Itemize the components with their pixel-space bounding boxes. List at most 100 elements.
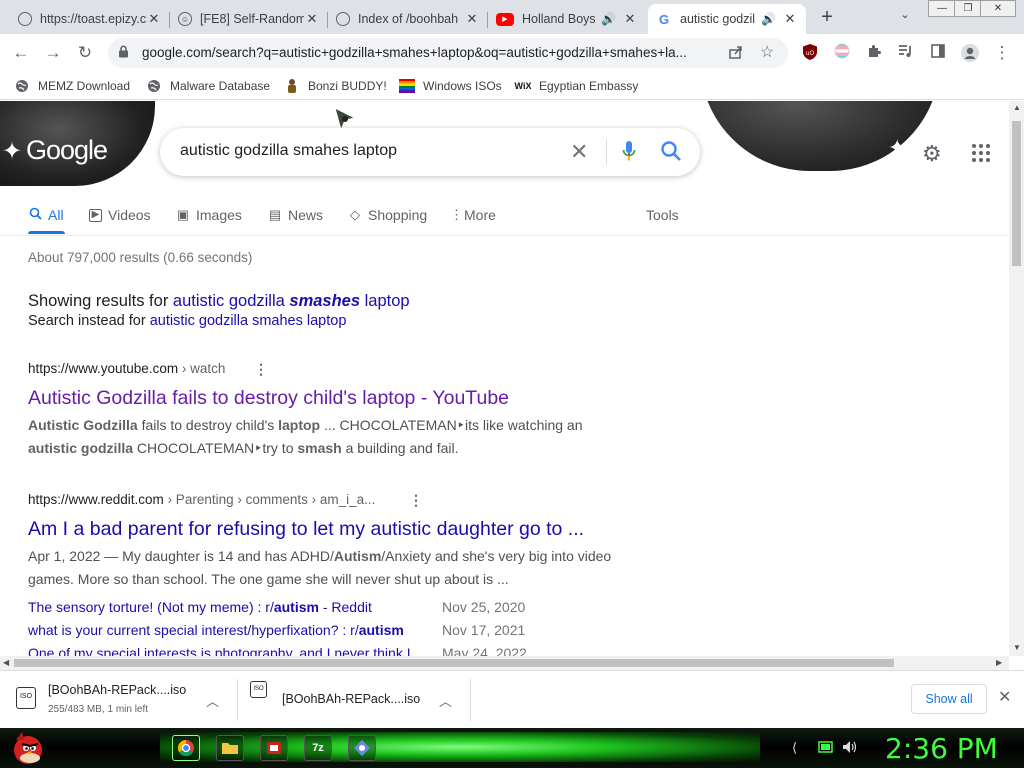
sublink-date: Nov 17, 2021 <box>442 622 526 638</box>
download-separator <box>470 679 471 721</box>
scroll-up-arrow[interactable]: ▲ <box>1013 103 1021 112</box>
close-tab-icon[interactable]: ✕ <box>146 11 162 27</box>
tray-chevron-icon[interactable]: ⟨ <box>792 740 797 756</box>
maximize-button[interactable]: ❐ <box>954 0 982 17</box>
sublink[interactable]: what is your current special interest/hy… <box>28 622 404 638</box>
tab-search-icon[interactable]: ⌄ <box>896 8 914 26</box>
result-url[interactable]: https://www.youtube.com › watch <box>28 361 225 376</box>
bookmark-memz[interactable]: MEMZ Download <box>14 76 130 96</box>
scroll-down-arrow[interactable]: ▼ <box>1013 643 1021 652</box>
start-button-angry-bird-icon[interactable] <box>8 728 48 768</box>
tab-shopping[interactable]: ◇ Shopping <box>348 204 427 226</box>
vertical-scrollbar[interactable]: ▲ ▼ <box>1009 101 1024 656</box>
close-tab-icon[interactable]: ✕ <box>782 11 798 27</box>
close-tab-icon[interactable]: ✕ <box>464 11 480 27</box>
chrome-icon[interactable] <box>172 735 200 761</box>
scroll-left-arrow[interactable]: ◀ <box>3 658 9 667</box>
tab-fe8[interactable]: ☺ [FE8] Self-Random ✕ <box>170 4 328 34</box>
google-doodle-logo[interactable]: Google <box>26 135 108 166</box>
audio-playing-icon[interactable]: 🔊 <box>601 12 616 26</box>
close-tab-icon[interactable]: ✕ <box>622 11 638 27</box>
more-options-icon[interactable]: ⋮ <box>254 361 268 378</box>
image-icon: ▣ <box>176 207 190 222</box>
app-icon[interactable] <box>348 735 376 761</box>
close-window-button[interactable]: ✕ <box>980 0 1016 17</box>
audio-playing-icon[interactable]: 🔊 <box>761 12 776 26</box>
google-apps-icon[interactable] <box>971 143 991 168</box>
bookmark-label: Windows ISOs <box>423 79 502 93</box>
download-item[interactable]: ISO [BOohBAh-REPack....iso ︿ <box>250 679 460 721</box>
tab-boohbah[interactable]: Index of /boohbah ✕ <box>328 4 488 34</box>
bookmark-label: MEMZ Download <box>38 79 131 93</box>
bookmark-bonzi-buddy[interactable]: Bonzi BUDDY! <box>284 76 387 96</box>
corrected-query-link[interactable]: autistic godzilla smashes laptop <box>173 292 410 310</box>
close-tab-icon[interactable]: ✕ <box>304 11 320 27</box>
rainbow-flag-icon <box>399 78 415 94</box>
volume-icon[interactable] <box>842 740 858 757</box>
back-button[interactable]: ← <box>10 42 32 64</box>
search-icon[interactable] <box>660 140 682 162</box>
chevron-up-icon[interactable]: ︿ <box>206 691 219 710</box>
address-bar[interactable]: google.com/search?q=autistic+godzilla+sm… <box>108 38 788 68</box>
side-panel-icon[interactable] <box>928 43 948 63</box>
bonzi-icon <box>284 78 300 94</box>
share-icon[interactable] <box>728 44 744 63</box>
more-options-icon[interactable]: ⋮ <box>409 492 423 509</box>
tab-label: Videos <box>108 207 151 223</box>
media-icon[interactable] <box>260 735 288 761</box>
result-url[interactable]: https://www.reddit.com › Parenting › com… <box>28 492 375 507</box>
result-title-link[interactable]: Autistic Godzilla fails to destroy child… <box>28 387 509 410</box>
tools-button[interactable]: Tools <box>646 204 679 226</box>
bookmark-star-icon[interactable]: ☆ <box>760 42 774 62</box>
horizontal-scroll-thumb[interactable] <box>14 659 894 667</box>
close-shelf-icon[interactable]: ✕ <box>998 687 1011 707</box>
tab-more[interactable]: ⋮ More <box>450 204 496 226</box>
folder-icon[interactable] <box>216 735 244 761</box>
tab-videos[interactable]: ▶ Videos <box>89 204 151 226</box>
url-text[interactable]: google.com/search?q=autistic+godzilla+sm… <box>142 45 722 60</box>
ublock-icon[interactable]: uO <box>800 43 820 63</box>
7zip-icon[interactable]: 7z <box>304 735 332 761</box>
show-all-downloads-button[interactable]: Show all <box>911 684 987 714</box>
scroll-right-arrow[interactable]: ▶ <box>996 658 1002 667</box>
sublink[interactable]: The sensory torture! (Not my meme) : r/a… <box>28 599 372 615</box>
media-controls-icon[interactable] <box>896 43 916 63</box>
bookmark-label: Malware Database <box>170 79 271 93</box>
battery-icon[interactable] <box>818 740 834 757</box>
result-title-link[interactable]: Am I a bad parent for refusing to let my… <box>28 518 584 541</box>
microphone-icon[interactable] <box>622 140 636 162</box>
original-query-link[interactable]: autistic godzilla smahes laptop <box>150 313 347 329</box>
minimize-button[interactable]: — <box>928 0 956 17</box>
bookmark-egyptian-embassy[interactable]: WiX Egyptian Embassy <box>515 76 639 96</box>
new-tab-button[interactable]: + <box>816 6 838 28</box>
tab-holland-boys[interactable]: ▶ Holland Boys 🔊 ✕ <box>488 4 646 34</box>
tab-label: Images <box>196 207 242 223</box>
result-snippet: Apr 1, 2022 — My daughter is 14 and has … <box>28 548 612 587</box>
tab-title: Holland Boys <box>522 12 596 26</box>
bookmark-malware-database[interactable]: Malware Database <box>146 76 270 96</box>
tab-news[interactable]: ▤ News <box>268 204 323 226</box>
sublink[interactable]: One of my special interests is photograp… <box>28 645 413 656</box>
profile-avatar-icon[interactable] <box>960 43 980 63</box>
chevron-up-icon[interactable]: ︿ <box>439 691 452 710</box>
more-vert-icon: ⋮ <box>450 207 463 222</box>
search-box[interactable]: autistic godzilla smahes laptop ✕ <box>160 128 700 176</box>
tab-google-search[interactable]: G autistic godzilla 🔊 ✕ <box>648 4 806 34</box>
reload-button[interactable]: ↻ <box>74 42 96 64</box>
search-input[interactable]: autistic godzilla smahes laptop <box>180 142 397 160</box>
horizontal-scrollbar[interactable]: ◀ ▶ <box>0 656 1009 670</box>
tab-all[interactable]: All <box>28 204 64 226</box>
lock-icon[interactable] <box>118 45 129 61</box>
settings-gear-icon[interactable]: ⚙ <box>922 141 942 167</box>
browser-menu-icon[interactable]: ⋮ <box>992 43 1012 63</box>
vertical-scroll-thumb[interactable] <box>1012 121 1021 266</box>
tab-toast[interactable]: https://toast.epizy.com ✕ <box>10 4 170 34</box>
taskbar-clock[interactable]: 2:36 PM <box>885 732 998 765</box>
bookmark-windows-isos[interactable]: Windows ISOs <box>399 76 502 96</box>
tab-images[interactable]: ▣ Images <box>176 204 242 226</box>
download-item[interactable]: ISO [BOohBAh-REPack....iso 255/483 MB, 1… <box>16 679 226 721</box>
extensions-puzzle-icon[interactable] <box>864 43 884 63</box>
forward-button[interactable]: → <box>42 42 64 64</box>
clear-search-icon[interactable]: ✕ <box>570 139 588 165</box>
trans-flag-icon[interactable] <box>832 43 852 63</box>
